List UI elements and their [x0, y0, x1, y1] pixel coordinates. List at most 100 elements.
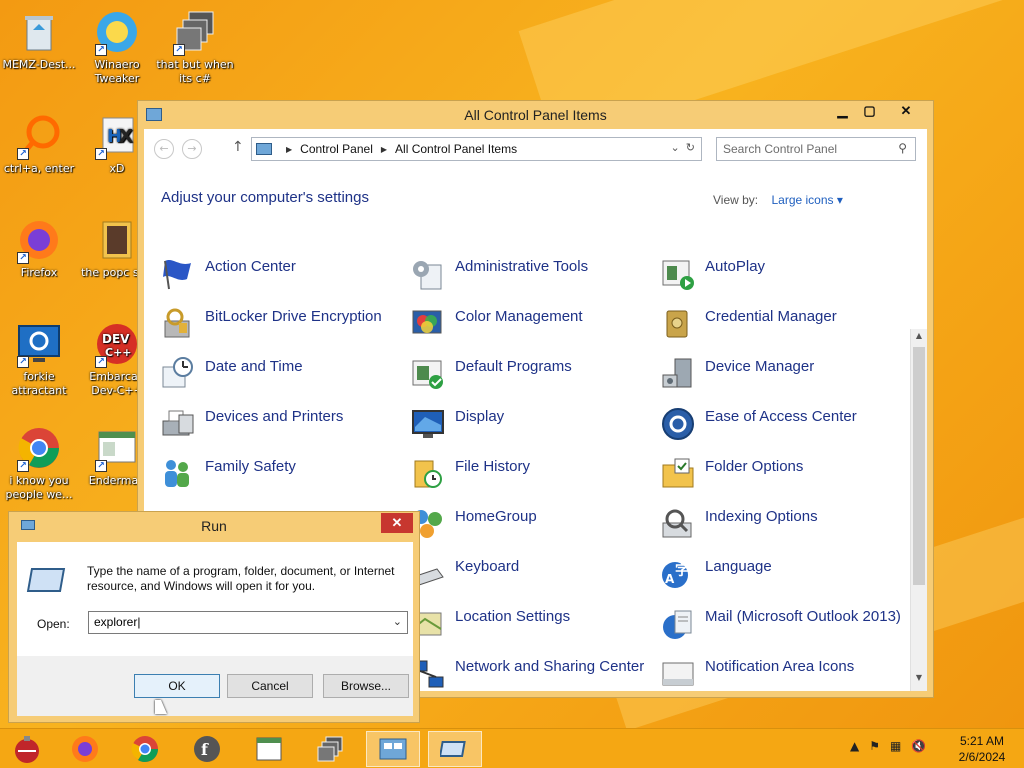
show-hidden-icons-icon[interactable]: ▲	[850, 739, 859, 753]
shortcut-arrow-icon: ↗	[17, 252, 29, 264]
dev-cpp-icon: DEV C++ ↗	[93, 320, 141, 368]
breadcrumb-all-items[interactable]: All Control Panel Items	[395, 142, 517, 156]
run-client: Type the name of a program, folder, docu…	[17, 542, 413, 656]
item-homegroup[interactable]: HomeGroup	[411, 507, 661, 547]
item-notification-area-icons[interactable]: Notification Area Icons	[661, 657, 901, 691]
breadcrumb-separator-icon: ▶	[286, 144, 293, 154]
search-icon[interactable]: ⚲	[898, 141, 907, 155]
winaero-icon: ↗	[93, 8, 141, 56]
view-by-dropdown[interactable]: Large icons ▾	[771, 193, 842, 207]
mouse-cursor-icon	[155, 700, 167, 714]
back-button[interactable]: ←	[154, 139, 174, 159]
chevron-down-icon[interactable]: ⌄	[393, 615, 402, 628]
item-ease-of-access[interactable]: Ease of Access Center	[661, 407, 901, 447]
taskbar-app-window[interactable]	[242, 731, 296, 767]
run-dialog[interactable]: Run ✕ Type the name of a program, folder…	[8, 511, 420, 723]
minimize-button[interactable]: ▁	[829, 101, 856, 121]
ease-of-access-icon	[662, 408, 694, 440]
item-credential-manager[interactable]: Credential Manager	[661, 307, 901, 347]
text-caret: |	[137, 615, 141, 629]
clock[interactable]: 5:21 AM 2/6/2024	[952, 733, 1012, 765]
breadcrumb-control-panel[interactable]: Control Panel	[300, 142, 373, 156]
chevron-down-icon[interactable]: ⌄	[670, 142, 679, 154]
vertical-scrollbar[interactable]: ▲ ▼	[910, 329, 927, 691]
open-value: explorer	[94, 615, 138, 629]
run-close-button[interactable]: ✕	[381, 513, 413, 533]
ok-button[interactable]: OK	[134, 674, 220, 698]
scroll-up-icon[interactable]: ▲	[911, 331, 927, 347]
taskbar-flash[interactable]: f	[180, 731, 234, 767]
refresh-icon[interactable]: ↻	[686, 142, 695, 154]
forward-button[interactable]: →	[182, 139, 202, 159]
magnifier-icon: ↗	[15, 112, 63, 160]
default-programs-icon	[412, 360, 443, 389]
chrome-icon: ↗	[15, 424, 63, 472]
item-file-history[interactable]: File History	[411, 457, 661, 497]
app-window-icon: ↗	[93, 424, 141, 472]
item-family-safety[interactable]: Family Safety	[161, 457, 411, 497]
item-administrative-tools[interactable]: Administrative Tools	[411, 257, 661, 297]
item-keyboard[interactable]: Keyboard	[411, 557, 661, 597]
desktop-icon-memz[interactable]: MEMZ-Dest...	[0, 8, 78, 72]
run-small-icon	[21, 520, 35, 530]
view-by: View by: Large icons ▾	[713, 193, 843, 207]
desktop-icon-forkie[interactable]: ↗ forkie attractant	[0, 320, 78, 398]
item-devices-and-printers[interactable]: Devices and Printers	[161, 407, 411, 447]
run-titlebar[interactable]: Run ✕	[9, 512, 419, 540]
item-default-programs[interactable]: Default Programs	[411, 357, 661, 397]
taskbar-run[interactable]	[428, 731, 482, 767]
breadcrumb-separator-icon: ▶	[380, 144, 388, 154]
search-input[interactable]: Search Control Panel ⚲	[716, 137, 916, 161]
item-mail[interactable]: Mail (Microsoft Outlook 2013)	[661, 607, 901, 647]
cancel-button[interactable]: Cancel	[227, 674, 313, 698]
item-folder-options[interactable]: Folder Options	[661, 457, 901, 497]
family-safety-icon	[165, 460, 189, 487]
item-color-management[interactable]: Color Management	[411, 307, 661, 347]
desktop-icon-winaero[interactable]: ↗ Winaero Tweaker	[78, 8, 156, 86]
windows-stack-icon: ↗	[171, 8, 219, 56]
item-bitlocker[interactable]: BitLocker Drive Encryption	[161, 307, 411, 347]
firefox-icon: ↗	[15, 216, 63, 264]
start-button[interactable]	[0, 731, 54, 767]
item-language[interactable]: 字A Language	[661, 557, 901, 597]
desktop-icon-chrome[interactable]: ↗ i know you people we...	[0, 424, 78, 502]
taskbar-firefox[interactable]	[58, 731, 112, 767]
taskbar-control-panel[interactable]	[366, 731, 420, 767]
network-tray-icon[interactable]: ▦	[890, 739, 901, 753]
device-manager-icon	[662, 358, 692, 388]
volume-muted-icon[interactable]: 🔇	[911, 739, 926, 753]
credential-icon	[666, 310, 688, 338]
close-button[interactable]: ✕	[883, 101, 929, 121]
run-icon	[440, 741, 466, 757]
maximize-button[interactable]: ▢	[856, 101, 883, 121]
flag-icon	[163, 260, 191, 290]
control-panel-titlebar[interactable]: All Control Panel Items ▁ ▢ ✕	[138, 101, 933, 129]
svg-text:C++: C++	[105, 346, 132, 359]
open-input[interactable]: explorer| ⌄	[88, 611, 408, 634]
scroll-down-icon[interactable]: ▼	[911, 673, 927, 689]
item-indexing-options[interactable]: Indexing Options	[661, 507, 901, 547]
run-message: Type the name of a program, folder, docu…	[87, 564, 395, 593]
item-action-center[interactable]: Action Center	[161, 257, 411, 297]
notification-icon	[662, 662, 694, 686]
item-location-settings[interactable]: Location Settings	[411, 607, 661, 647]
taskbar-windows-stack[interactable]	[304, 731, 358, 767]
up-arrow-icon[interactable]: ↑	[232, 139, 244, 155]
address-bar[interactable]: ▶ Control Panel ▶ All Control Panel Item…	[251, 137, 702, 161]
item-date-and-time[interactable]: Date and Time	[161, 357, 411, 397]
desktop-icon-firefox[interactable]: ↗ Firefox	[0, 216, 78, 280]
item-autoplay[interactable]: AutoPlay	[661, 257, 901, 297]
item-display[interactable]: Display	[411, 407, 661, 447]
item-network-and-sharing[interactable]: Network and Sharing Center	[411, 657, 661, 691]
desktop-icon-csharp[interactable]: ↗ that but when its c#	[156, 8, 234, 86]
desktop: MEMZ-Dest... ↗ Winaero Tweaker ↗ that bu…	[0, 0, 1024, 728]
browse-button[interactable]: Browse...	[323, 674, 409, 698]
run-icon	[26, 568, 66, 592]
scroll-thumb[interactable]	[913, 347, 925, 585]
item-device-manager[interactable]: Device Manager	[661, 357, 901, 397]
svg-text:A: A	[665, 572, 675, 586]
taskbar-chrome[interactable]	[118, 731, 172, 767]
run-title: Run	[201, 518, 227, 534]
action-center-flag-icon[interactable]: ⚑	[869, 739, 880, 753]
desktop-icon-ctrl-a[interactable]: ↗ ctrl+a, enter	[0, 112, 78, 176]
